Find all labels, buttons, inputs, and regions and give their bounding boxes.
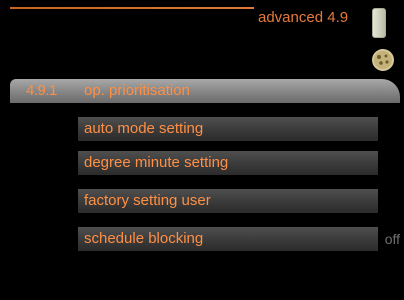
menu-item-label: factory setting user: [84, 192, 211, 209]
menu-item-auto-mode-setting[interactable]: auto mode setting: [78, 117, 378, 141]
menu-item-value: off: [384, 231, 400, 247]
menu-item-label: degree minute setting: [84, 154, 229, 171]
menu-item-selected-bar[interactable]: 4.9.1 op. prioritisation: [10, 79, 400, 103]
menu-item-factory-setting-user[interactable]: factory setting user: [78, 189, 378, 213]
menu-item-degree-minute-setting[interactable]: degree minute setting: [78, 151, 378, 175]
menu-item-number: 4.9.1: [26, 82, 57, 99]
menu-item-schedule-blocking[interactable]: schedule blocking off: [78, 227, 400, 251]
cookie-icon: [372, 49, 394, 71]
menu-item-label: schedule blocking: [84, 230, 204, 247]
header-line: [10, 7, 254, 9]
page-title: advanced 4.9: [258, 9, 349, 26]
menu-item-label: auto mode setting: [84, 120, 204, 137]
thermometer-icon: [372, 8, 386, 38]
menu-item-label-op-prioritisation: op. prioritisation: [84, 82, 190, 99]
